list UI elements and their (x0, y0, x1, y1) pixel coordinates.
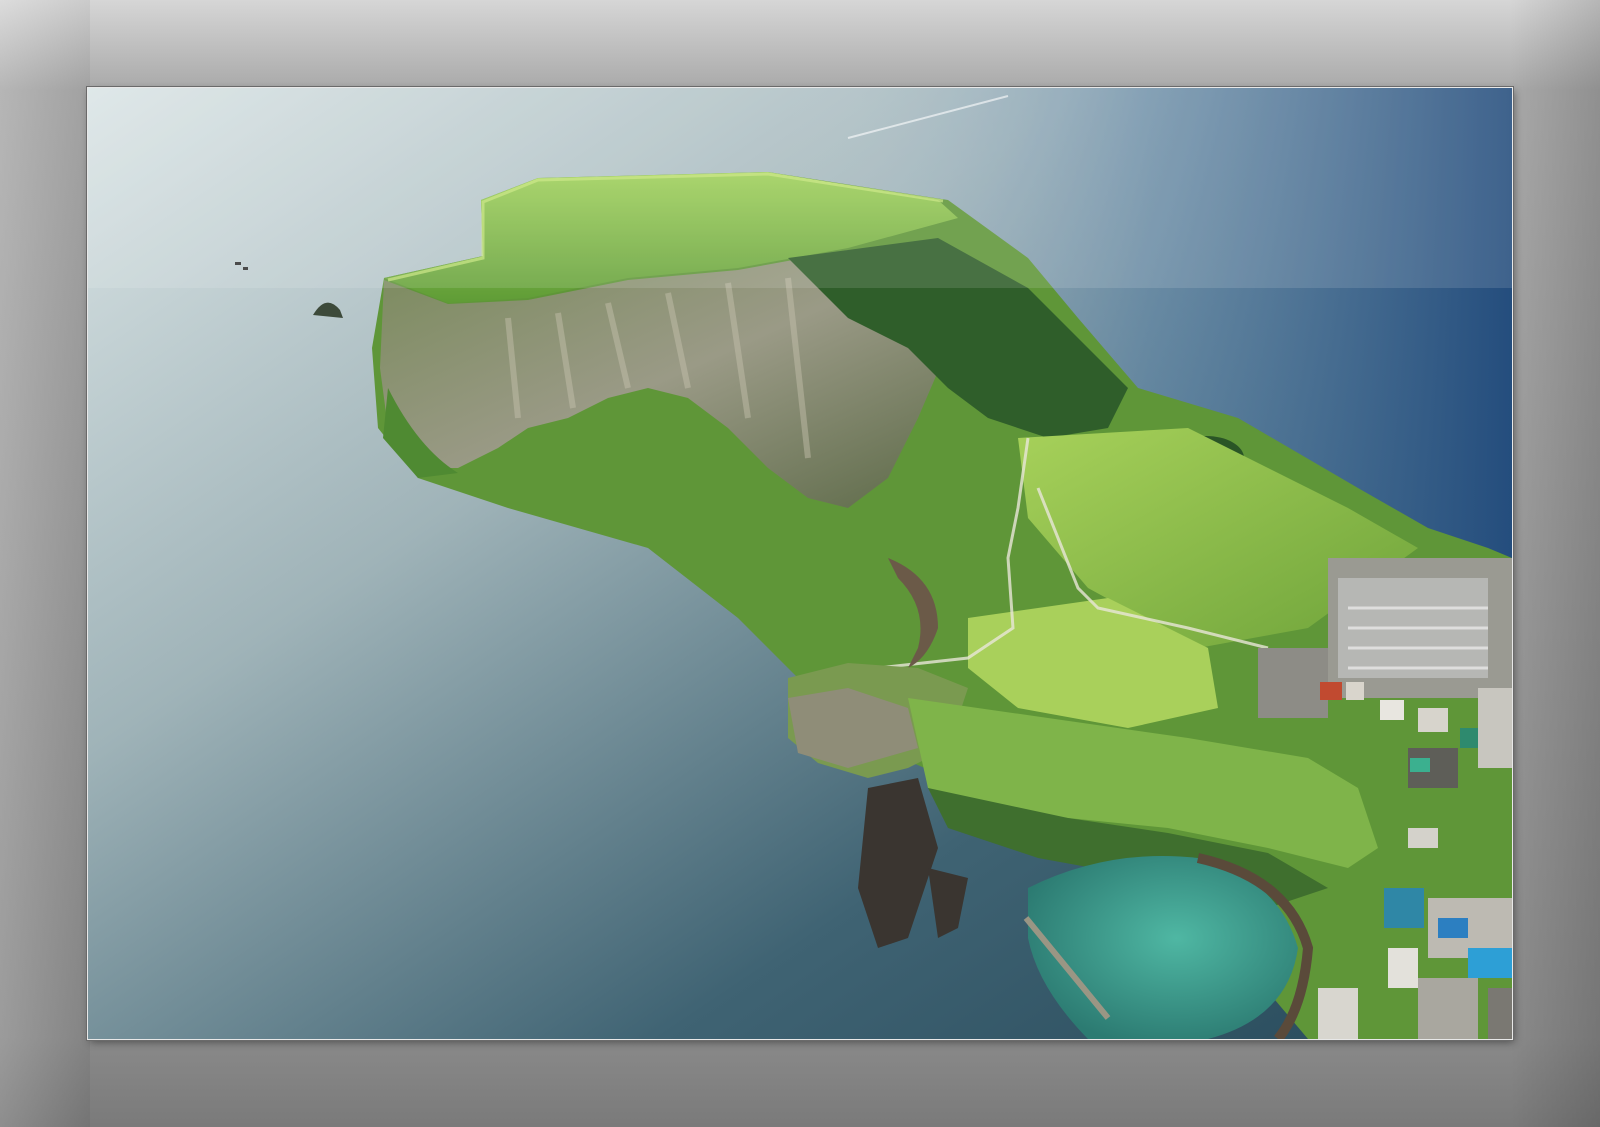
frame-bevel-right (1510, 0, 1600, 1127)
aerial-scene (88, 88, 1512, 1039)
haze (88, 88, 1512, 288)
picture-frame (0, 0, 1600, 1127)
aerial-photo (88, 88, 1512, 1039)
frame-bevel-left (0, 0, 90, 1127)
